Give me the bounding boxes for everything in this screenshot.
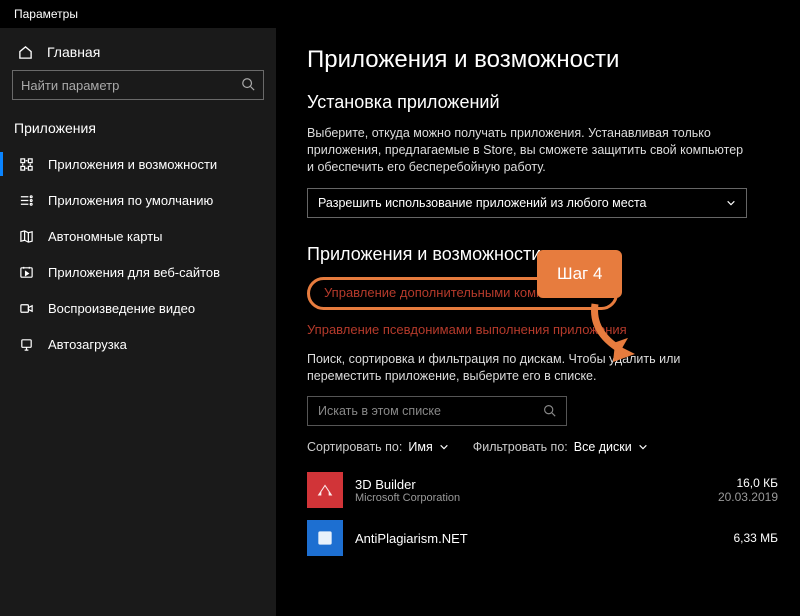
app-name: 3D Builder xyxy=(355,477,706,492)
sort-by-button[interactable]: Сортировать по: Имя xyxy=(307,440,449,454)
app-date: 20.03.2019 xyxy=(718,490,778,504)
app-icon xyxy=(307,520,343,556)
sidebar: Главная Найти параметр Приложения xyxy=(0,28,277,616)
app-list-search[interactable]: Искать в этом списке xyxy=(307,396,567,426)
defaults-icon xyxy=(18,192,34,208)
app-name: AntiPlagiarism.NET xyxy=(355,531,721,546)
app-icon xyxy=(307,472,343,508)
dropdown-value: Разрешить использование приложений из лю… xyxy=(318,196,647,210)
home-label: Главная xyxy=(47,44,100,60)
maps-icon xyxy=(18,228,34,244)
install-description: Выберите, откуда можно получать приложен… xyxy=(307,125,747,176)
sort-filter-row: Сортировать по: Имя Фильтровать по: Все … xyxy=(307,440,778,454)
annotation-step-label: Шаг 4 xyxy=(557,264,602,283)
sidebar-item-offline-maps[interactable]: Автономные карты xyxy=(0,218,276,254)
app-publisher: Microsoft Corporation xyxy=(355,492,706,504)
chevron-down-icon xyxy=(726,198,736,208)
sidebar-item-label: Автозагрузка xyxy=(48,337,127,352)
search-icon xyxy=(543,404,556,417)
sidebar-item-apps-features[interactable]: Приложения и возможности xyxy=(0,146,276,182)
sidebar-section-label: Приложения xyxy=(0,114,276,146)
content-area: Приложения и возможности Установка прило… xyxy=(277,28,800,616)
filter-value: Все диски xyxy=(574,440,632,454)
search-input[interactable]: Найти параметр xyxy=(12,70,264,100)
install-heading: Установка приложений xyxy=(307,92,778,113)
install-source-dropdown[interactable]: Разрешить использование приложений из лю… xyxy=(307,188,747,218)
sidebar-item-video-playback[interactable]: Воспроизведение видео xyxy=(0,290,276,326)
page-title: Приложения и возможности xyxy=(307,46,778,74)
sidebar-item-label: Автономные карты xyxy=(48,229,163,244)
sort-value: Имя xyxy=(408,440,432,454)
sort-label: Сортировать по: xyxy=(307,440,402,454)
filter-label: Фильтровать по: xyxy=(473,440,568,454)
app-list-item[interactable]: 3D Builder Microsoft Corporation 16,0 КБ… xyxy=(307,466,778,514)
app-list-search-placeholder: Искать в этом списке xyxy=(318,404,441,418)
sidebar-item-label: Приложения для веб-сайтов xyxy=(48,265,220,280)
search-placeholder: Найти параметр xyxy=(21,78,119,93)
app-size: 16,0 КБ xyxy=(718,476,778,490)
window-title: Параметры xyxy=(14,7,78,21)
home-link[interactable]: Главная xyxy=(0,38,276,70)
sidebar-item-label: Приложения и возможности xyxy=(48,157,217,172)
sidebar-item-default-apps[interactable]: Приложения по умолчанию xyxy=(0,182,276,218)
search-description: Поиск, сортировка и фильтрация по дискам… xyxy=(307,351,747,385)
app-list-item[interactable]: AntiPlagiarism.NET 6,33 МБ xyxy=(307,514,778,562)
apps-icon xyxy=(18,156,34,172)
websites-icon xyxy=(18,264,34,280)
search-icon xyxy=(241,77,255,91)
app-size: 6,33 МБ xyxy=(733,531,778,545)
home-icon xyxy=(18,45,33,60)
window-titlebar: Параметры xyxy=(0,0,800,28)
annotation-callout: Шаг 4 xyxy=(537,250,622,298)
sidebar-item-websites[interactable]: Приложения для веб-сайтов xyxy=(0,254,276,290)
video-icon xyxy=(18,300,34,316)
chevron-down-icon xyxy=(638,442,648,452)
sidebar-item-startup[interactable]: Автозагрузка xyxy=(0,326,276,362)
annotation-arrow-icon xyxy=(585,302,645,362)
app-aliases-link[interactable]: Управление псевдонимами выполнения прило… xyxy=(307,322,778,337)
filter-by-button[interactable]: Фильтровать по: Все диски xyxy=(473,440,648,454)
sidebar-item-label: Приложения по умолчанию xyxy=(48,193,213,208)
sidebar-item-label: Воспроизведение видео xyxy=(48,301,195,316)
chevron-down-icon xyxy=(439,442,449,452)
startup-icon xyxy=(18,336,34,352)
